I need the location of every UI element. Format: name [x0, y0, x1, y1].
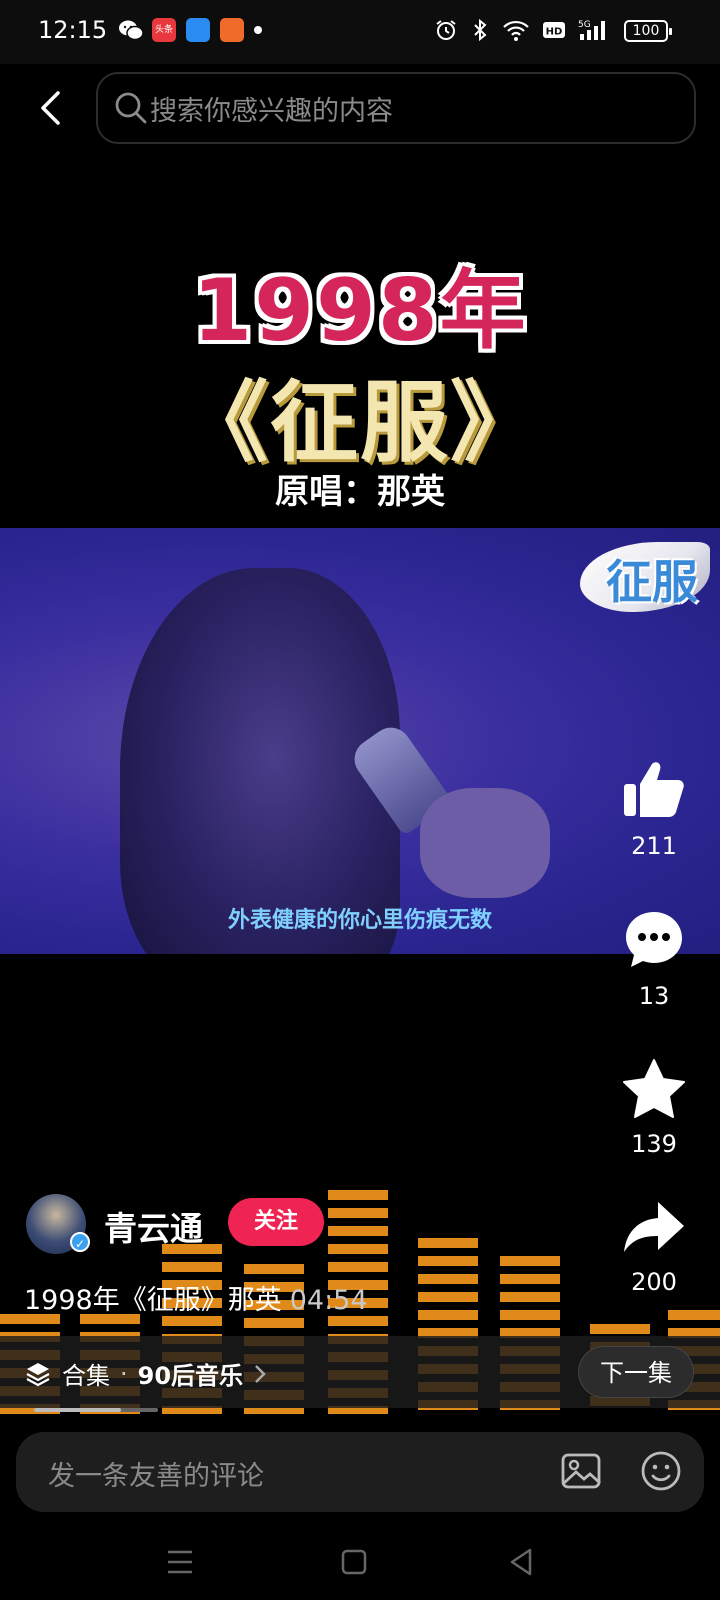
svg-text:HD: HD — [546, 27, 563, 38]
menu-lines-icon — [168, 1550, 192, 1574]
comment-bubble-icon — [626, 912, 682, 967]
search-input[interactable]: 搜索你感兴趣的内容 — [96, 72, 696, 144]
back-triangle-icon — [510, 1548, 532, 1576]
bluetooth-icon — [474, 18, 487, 42]
hand-image — [420, 788, 550, 898]
orange-app-icon — [220, 18, 244, 42]
status-bar: 12:15 头条 HD 5G 100 — [0, 0, 720, 64]
video-title-song: 《征服》 — [179, 371, 540, 474]
collection-separator: · — [120, 1359, 128, 1388]
back-chevron-icon — [41, 91, 60, 125]
video-watermark-badge: 征服 — [580, 536, 710, 616]
emoji-button[interactable] — [640, 1450, 682, 1492]
home-button[interactable] — [334, 1542, 374, 1582]
search-placeholder: 搜索你感兴趣的内容 — [150, 95, 393, 127]
browser-app-icon — [186, 18, 210, 42]
playback-progress[interactable] — [34, 1408, 158, 1412]
favorite-count: 139 — [631, 1130, 677, 1158]
verified-badge-icon: ✓ — [70, 1232, 90, 1252]
video-player[interactable]: 征服 外表健康的你心里伤痕无数 — [0, 528, 720, 954]
svg-text:5G: 5G — [578, 20, 591, 30]
image-upload-button[interactable] — [560, 1450, 602, 1492]
wechat-icon — [118, 18, 144, 42]
video-description-text: 1998年《征服》那英 — [24, 1285, 282, 1316]
like-count: 211 — [631, 832, 677, 860]
collection-name: 90后音乐 — [137, 1362, 244, 1390]
toutiao-icon: 头条 — [152, 18, 176, 42]
system-back-button[interactable] — [502, 1542, 542, 1582]
battery-indicator: 100 — [624, 20, 672, 42]
home-square-icon — [341, 1549, 367, 1575]
collection-bar[interactable]: 合集 · 90后音乐 下一集 — [0, 1336, 720, 1408]
chevron-right-icon — [255, 1364, 266, 1383]
author-name[interactable]: 青云通 — [104, 1202, 203, 1250]
layers-icon — [26, 1362, 50, 1386]
playback-progress-fill — [34, 1408, 121, 1412]
collection-link[interactable]: 合集 · 90后音乐 — [24, 1356, 267, 1391]
collection-label: 合集 — [62, 1362, 110, 1390]
5g-signal-icon: 5G — [578, 20, 605, 40]
video-description[interactable]: 1998年《征服》那英 04:54 — [24, 1278, 368, 1317]
status-time: 12:15 — [38, 16, 108, 44]
video-duration: 04:54 — [289, 1285, 368, 1316]
like-action[interactable]: 211 — [614, 760, 694, 860]
search-icon — [115, 92, 147, 124]
image-icon — [561, 1453, 601, 1489]
comment-count: 13 — [638, 982, 670, 1010]
notification-icons: 头条 — [118, 18, 262, 42]
video-subtitle: 外表健康的你心里伤痕无数 — [227, 908, 492, 933]
wifi-icon — [503, 20, 529, 41]
comment-action[interactable]: 13 — [614, 910, 694, 1010]
follow-button[interactable]: 关注 — [228, 1198, 324, 1246]
thumbs-up-icon — [624, 762, 684, 817]
favorite-action[interactable]: 139 — [614, 1058, 694, 1158]
more-notifications-dot-icon — [254, 26, 262, 34]
system-icons: HD 5G — [434, 18, 610, 42]
emoji-smile-icon — [641, 1451, 681, 1491]
video-title-singer: 原唱：那英 — [275, 472, 445, 512]
recent-apps-button[interactable] — [160, 1542, 200, 1582]
video-title-year: 1998年 — [192, 261, 528, 361]
alarm-icon — [436, 20, 456, 40]
video-watermark-text: 征服 — [606, 555, 698, 609]
comment-bar: 发一条友善的评论 — [16, 1432, 704, 1512]
comment-input[interactable]: 发一条友善的评论 — [48, 1454, 264, 1493]
star-icon — [623, 1059, 685, 1118]
next-episode-button[interactable]: 下一集 — [578, 1346, 694, 1398]
back-button[interactable] — [30, 84, 70, 132]
system-navigation-bar — [0, 1520, 720, 1600]
hd-icon: HD — [543, 22, 565, 38]
